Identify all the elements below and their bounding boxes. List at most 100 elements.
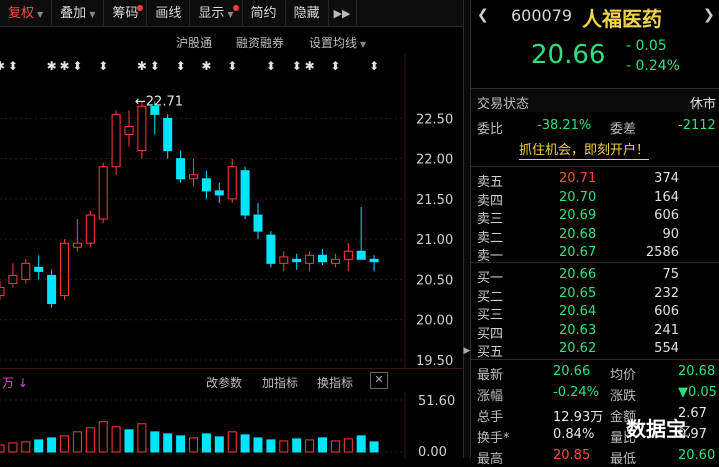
stat-v1: 20.66	[553, 364, 591, 379]
trading-status-row: 交易状态 休市	[471, 88, 719, 112]
volume-bar	[150, 431, 160, 453]
toolbar-button-5[interactable]: 简约	[243, 0, 286, 27]
candle-body	[0, 286, 5, 297]
asks-price: 20.70	[559, 189, 597, 205]
volume-bar	[279, 440, 289, 453]
volume-bar	[72, 431, 82, 453]
event-marker-icon: ⬍	[98, 59, 108, 73]
stat-v2: ▼0.05	[678, 385, 717, 400]
asks-row[interactable]: 卖五 20.71 374	[471, 170, 719, 190]
candle-body	[176, 158, 186, 180]
close-icon[interactable]: ✕	[370, 372, 388, 389]
toolbar-button-label: 隐藏	[293, 5, 320, 21]
volume-chart[interactable]: 51.60 0.00	[0, 392, 463, 458]
volume-bar	[98, 421, 108, 453]
toolbar-button-4[interactable]: 显示 ▼	[190, 0, 243, 27]
panel-divider[interactable]	[463, 0, 471, 458]
order-ratio-row: 委比 -38.21% 委差 -2112	[471, 114, 719, 138]
chevron-down-icon: ▼	[227, 9, 234, 19]
asks-vol: 164	[654, 189, 679, 205]
asks-row[interactable]: 卖一 20.67 2586	[471, 244, 719, 264]
asks-row[interactable]: 卖四 20.70 164	[471, 189, 719, 209]
stock-code: 600079	[511, 6, 573, 25]
bids-price: 20.63	[559, 322, 597, 338]
asks-label: 卖三	[477, 212, 504, 227]
asks-vol: 374	[654, 171, 679, 186]
wb-value: -38.21%	[537, 118, 592, 133]
margin-trading-toggle[interactable]: 融资融券	[236, 34, 284, 51]
bids-price: 20.66	[559, 267, 597, 282]
ma-settings-button[interactable]: 设置均线 ▼	[309, 34, 366, 51]
toolbar-button-label: 筹码	[112, 5, 139, 21]
toolbar-button-1[interactable]: 叠加 ▼	[52, 0, 105, 27]
bids-row[interactable]: 买四 20.63 241	[471, 322, 719, 342]
bids-row[interactable]: 买一 20.66 75	[471, 266, 719, 286]
event-marker-icon: ✱	[60, 59, 70, 73]
y-tick-label: 21.50	[416, 193, 453, 208]
candle-body	[201, 178, 211, 192]
event-marker-icon: ✱	[137, 59, 147, 73]
asks-vol: 606	[654, 208, 679, 223]
candlestick-chart[interactable]: 22.5022.0021.5021.0020.5020.0019.50✱ ⬍ ✱ ✱ ⬍…	[0, 54, 463, 368]
bid-book: 买一 20.66 75 买二 20.65 232 买三 20.64 606 买四 20.63 241 买…	[471, 262, 719, 360]
candle-body	[318, 254, 327, 263]
candle-body	[111, 113, 121, 168]
event-marker-icon: ⬍	[330, 59, 340, 73]
add-indicator-button[interactable]: 加指标	[262, 374, 298, 391]
toolbar-button-2[interactable]: 筹码	[104, 0, 148, 27]
toolbar-button-label: 复权	[8, 5, 35, 21]
toolbar-button-6[interactable]: 隐藏	[286, 0, 329, 27]
bids-row[interactable]: 买五 20.62 554	[471, 340, 719, 360]
bids-vol: 232	[654, 285, 679, 301]
toolbar-button-label: 简约	[250, 5, 277, 21]
volume-y-tick-label: 51.60	[418, 394, 455, 409]
candle-body	[47, 274, 57, 305]
open-account-link[interactable]: 抓住机会，即刻开户！	[519, 143, 650, 160]
y-tick-label: 20.50	[416, 273, 453, 288]
wb-label: 委比	[477, 122, 504, 137]
stat-l2: 均价	[610, 368, 637, 383]
volume-bar	[124, 429, 134, 453]
stock-name: 人福医药	[582, 7, 662, 31]
asks-price: 20.67	[559, 245, 597, 260]
change-param-button[interactable]: 改参数	[206, 374, 242, 391]
chevron-down-icon: ▼	[360, 40, 367, 49]
candle-body	[85, 214, 95, 244]
volume-bar	[305, 439, 315, 453]
volume-bar	[34, 439, 44, 453]
candle-body	[163, 117, 173, 152]
toolbar-button-label: 叠加	[60, 5, 87, 21]
switch-indicator-button[interactable]: 换指标	[317, 374, 353, 391]
hgt-toggle[interactable]: 沪股通	[176, 34, 212, 51]
toolbar-button-3[interactable]: 画线	[147, 0, 191, 27]
volume-bar	[343, 438, 353, 453]
candle-body	[137, 105, 147, 152]
toolbar-more-icon[interactable]: ▶▶	[329, 0, 357, 27]
price-change: - 0.05	[626, 38, 667, 54]
candle-body	[98, 166, 108, 220]
asks-label: 卖四	[477, 193, 504, 209]
volume-bar	[318, 437, 327, 453]
volume-bar	[330, 440, 340, 453]
event-marker-icon: ✱	[47, 59, 57, 73]
toolbar-button-0[interactable]: 复权 ▼	[0, 0, 53, 27]
collapse-panel-icon[interactable]: ▶	[463, 338, 471, 364]
asks-row[interactable]: 卖二 20.68 90	[471, 226, 719, 246]
quote-panel: ❮ 600079 人福医药 ❯ 20.66 - 0.05 - 0.24% 交易状…	[471, 0, 719, 467]
candle-body	[305, 254, 315, 264]
asks-row[interactable]: 卖三 20.69 606	[471, 207, 719, 227]
prev-stock-icon[interactable]: ❮	[477, 7, 489, 23]
bids-vol: 554	[654, 341, 679, 356]
next-stock-icon[interactable]: ❯	[703, 7, 715, 23]
candle-body	[279, 256, 289, 264]
candle-body	[34, 266, 44, 272]
candle-body	[60, 242, 69, 297]
bids-row[interactable]: 买三 20.64 606	[471, 303, 719, 323]
toolbar-button-label: 画线	[155, 5, 182, 21]
bids-row[interactable]: 买二 20.65 232	[471, 285, 719, 305]
volume-bar	[8, 442, 18, 453]
stat-l1: 总手	[477, 410, 504, 425]
event-marker-icon: ⬍	[292, 59, 302, 73]
asks-price: 20.71	[559, 171, 597, 186]
chevron-down-icon: ▼	[37, 9, 44, 19]
